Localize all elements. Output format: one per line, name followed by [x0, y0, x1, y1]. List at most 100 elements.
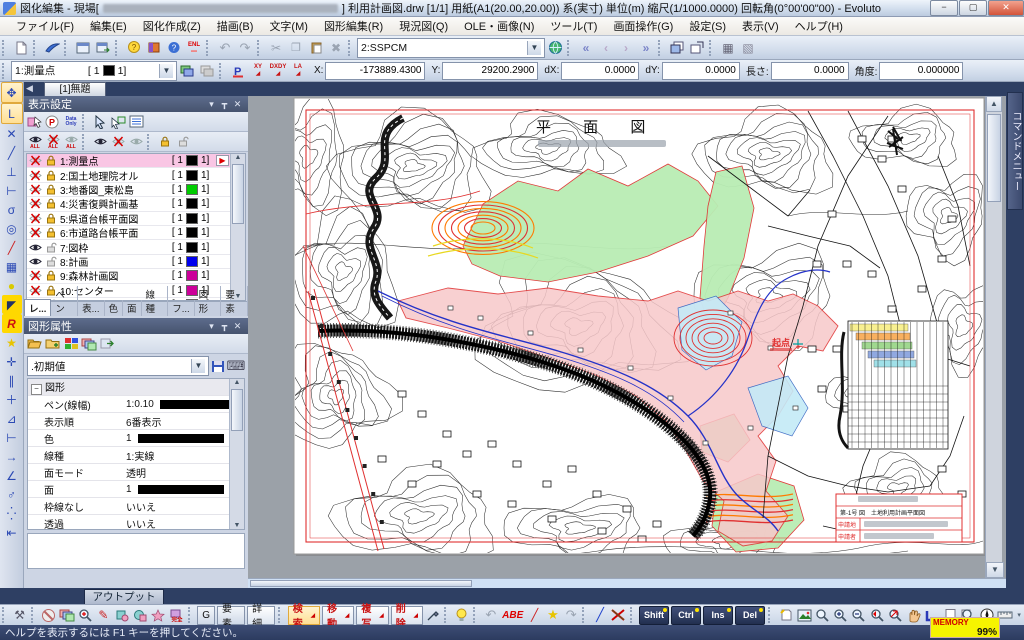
grid-edit-icon[interactable]: ▧ [739, 39, 757, 57]
shape-full-icon[interactable]: 完全 [168, 606, 184, 624]
lock-icon[interactable] [43, 213, 59, 224]
close-panel-icon[interactable]: ✕ [231, 321, 244, 332]
window-export-icon[interactable] [94, 39, 112, 57]
la-input-icon[interactable]: LA◢ [289, 62, 307, 80]
prop-row-6[interactable]: 面1 [28, 481, 229, 498]
eye-dim-icon[interactable] [128, 134, 144, 150]
eye-off-icon[interactable] [27, 184, 43, 195]
toggle-要素[interactable]: 要素 [217, 606, 245, 625]
document-tab[interactable]: [1]無題 [44, 82, 106, 96]
move-points-icon[interactable]: ✛ [2, 352, 22, 371]
canvas-hscrollbar[interactable] [248, 578, 1006, 588]
menu-item-7[interactable]: OLE・画像(N) [456, 16, 542, 36]
cross-icon[interactable]: ＋ [2, 390, 22, 409]
p-badge-icon[interactable]: P [45, 114, 61, 130]
globe-icon[interactable] [546, 39, 564, 57]
redo-icon[interactable]: ↷ [236, 39, 254, 57]
layer-select[interactable]: 1:測量点[ 11]▼ [11, 61, 177, 81]
layer-color-icon[interactable] [81, 336, 97, 352]
panel-menu-icon[interactable]: ▾ [205, 321, 218, 332]
menu-item-6[interactable]: 現況図(Q) [391, 16, 456, 36]
coord-field-1[interactable]: 29200.2900 [442, 62, 538, 80]
eye-off-icon[interactable] [27, 213, 43, 224]
prop-row-2[interactable]: 表示順6番表示 [28, 413, 229, 430]
layer-color-swatch[interactable] [186, 270, 198, 281]
minimize-button[interactable]: − [930, 0, 958, 16]
dxdy-input-icon[interactable]: DXDY◢ [269, 62, 287, 80]
menu-item-12[interactable]: ヘルプ(H) [787, 16, 851, 36]
eye-off-icon[interactable] [27, 227, 43, 238]
pen-blue-icon[interactable]: ╱ [592, 606, 608, 624]
ds-tab-2[interactable]: 表... [78, 300, 104, 316]
lock-icon[interactable] [157, 134, 173, 150]
snap-intersection-icon[interactable]: ✕ [2, 124, 22, 143]
eye-icon[interactable] [27, 256, 43, 267]
layer-color-swatch[interactable] [186, 227, 198, 238]
layer-color-swatch[interactable] [186, 242, 198, 253]
pan-hand-icon[interactable] [906, 606, 922, 624]
corner-mark-icon[interactable]: ◤ [2, 295, 22, 314]
snap-nearest-icon[interactable]: ╱ [2, 238, 22, 257]
snap-on-line-icon[interactable]: ╱ [2, 143, 22, 162]
cut-x-icon[interactable] [610, 606, 626, 624]
eye-off-all-icon[interactable]: ALL [45, 134, 61, 150]
layer-color-icon[interactable] [59, 606, 75, 624]
layer-row-2[interactable]: 2:国土地理院オル [ 1 1] [27, 168, 230, 182]
data-only-icon[interactable]: DataOnly [63, 114, 79, 130]
drawing-canvas[interactable]: 平 面 図起点第-1号 図 土地利用計画平面図申請地申請者 ▲ ▼ [248, 96, 1006, 588]
window-icon[interactable] [74, 39, 92, 57]
endpoint-icon[interactable]: ⇤ [2, 523, 22, 542]
parallel-icon[interactable]: ∥ [2, 371, 22, 390]
canvas-vscrollbar[interactable]: ▲ ▼ [985, 96, 1002, 578]
delete-icon[interactable]: ✖ [327, 39, 345, 57]
eye-icon[interactable] [27, 242, 43, 253]
zoom-in-icon[interactable] [832, 606, 848, 624]
bulb-icon[interactable] [454, 606, 470, 624]
output-tab[interactable]: アウトプット [84, 589, 164, 604]
zoom-icon[interactable] [814, 606, 830, 624]
enl-icon[interactable]: ENL▬ [185, 39, 203, 57]
layer-color-swatch[interactable] [186, 198, 198, 209]
divide-icon[interactable]: ⁛ [2, 504, 22, 523]
lock-icon[interactable] [43, 184, 59, 195]
angle-icon[interactable]: ⊿ [2, 409, 22, 428]
shape-circle-icon[interactable] [132, 606, 148, 624]
palette-icon[interactable] [63, 336, 79, 352]
favorite-icon[interactable]: ★ [2, 333, 22, 352]
key-del[interactable]: Del [735, 606, 765, 625]
close-panel-icon[interactable]: ✕ [231, 99, 244, 110]
save-icon[interactable] [210, 358, 226, 374]
prop-row-1[interactable]: ペン(線幅)1:0.10 [28, 396, 229, 413]
menu-item-8[interactable]: ツール(T) [542, 16, 605, 36]
action-移動[interactable]: 移動◢ [322, 606, 354, 625]
pin-icon[interactable]: ┳ [218, 321, 231, 332]
xy-input-icon[interactable]: XY◢ [249, 62, 267, 80]
snap-center-icon[interactable]: ◎ [2, 219, 22, 238]
layer-row-6[interactable]: 6:市道路台帳平面 [ 1 1] [27, 226, 230, 240]
layer-color-swatch[interactable] [186, 213, 198, 224]
layer-stack-icon[interactable] [178, 62, 196, 80]
zoom-select-icon[interactable] [77, 606, 93, 624]
select-pink-icon[interactable] [27, 114, 43, 130]
layer-color-swatch[interactable] [186, 170, 198, 181]
nav-last-icon[interactable]: » [637, 39, 655, 57]
eye-off-icon[interactable] [110, 134, 126, 150]
lock-icon[interactable] [43, 155, 59, 166]
ds-tab-7[interactable]: 図形 [195, 286, 222, 316]
prop-row-7[interactable]: 枠線なしいいえ [28, 498, 229, 515]
menu-item-0[interactable]: ファイル(F) [8, 16, 82, 36]
prop-row-5[interactable]: 面モード透明 [28, 464, 229, 481]
close-button[interactable]: ✕ [988, 0, 1024, 16]
layer-list-scrollbar[interactable]: ▲ ▼ [230, 154, 245, 300]
paste-icon[interactable] [307, 39, 325, 57]
point-p-icon[interactable]: P [229, 62, 247, 80]
action-複写[interactable]: 複写◢ [356, 606, 388, 625]
coord-field-5[interactable]: 0.000000 [879, 62, 963, 80]
menu-item-9[interactable]: 画面操作(G) [605, 16, 681, 36]
menu-item-5[interactable]: 図形編集(R) [316, 16, 391, 36]
command-menu-tab[interactable]: コマンドメニュー [1007, 92, 1023, 210]
point-mark-icon[interactable]: ● [2, 276, 22, 295]
chevron-down-icon[interactable]: ▼ [191, 359, 205, 373]
no-entry-icon[interactable] [40, 606, 56, 624]
arrow-right-icon[interactable]: → [2, 447, 22, 466]
